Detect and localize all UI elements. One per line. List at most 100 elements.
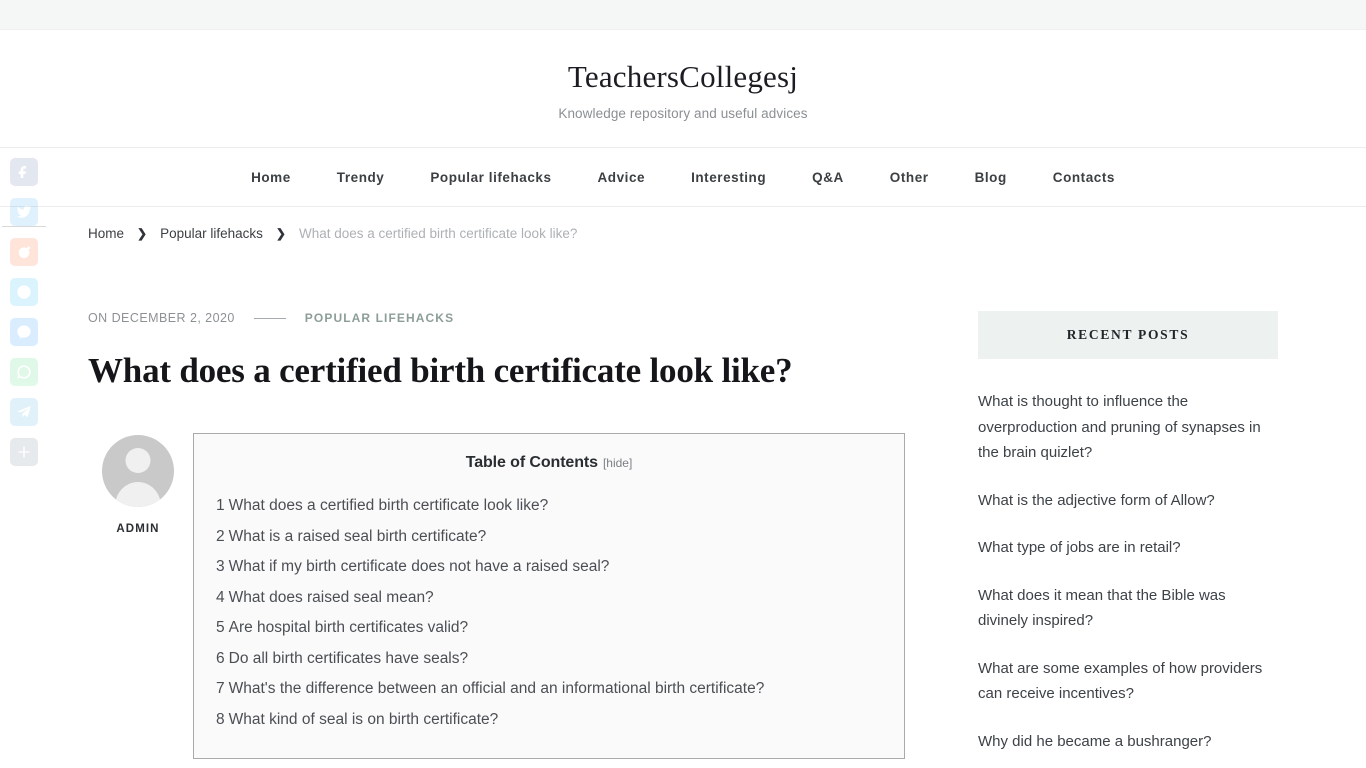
top-bar [0, 0, 1366, 30]
table-of-contents: Table of Contents [hide] 1 What does a cer… [193, 433, 905, 760]
toc-link-5[interactable]: 5 Are hospital birth certificates valid? [216, 619, 468, 636]
breadcrumb-item-home[interactable]: Home [88, 226, 124, 241]
sidebar: RECENT POSTS What is thought to influenc… [978, 311, 1278, 768]
site-tagline: Knowledge repository and useful advices [558, 106, 808, 122]
list-item[interactable]: What type of jobs are in retail? [978, 535, 1278, 561]
toc-number: 2 [216, 527, 225, 545]
toc-column: Table of Contents [hide] 1 What does a cer… [188, 433, 905, 760]
toc-list: 1 What does a certified birth certificate… [205, 494, 893, 732]
toc-label: What is a raised seal birth certificate? [228, 527, 487, 545]
page-container: ON DECEMBER 2, 2020 POPULAR LIFEHACKS Wh… [88, 241, 1278, 768]
toc-number: 1 [216, 497, 225, 515]
breadcrumb: Home ❯ Popular lifehacks ❯ What does a c… [88, 207, 1278, 241]
author-block: ADMIN [88, 433, 188, 535]
site-header: TeachersCollegesj Knowledge repository a… [0, 30, 1366, 148]
main-navigation: Home Trendy Popular lifehacks Advice Int… [0, 147, 1366, 208]
toc-label: What does raised seal mean? [228, 588, 434, 606]
list-item[interactable]: 4 What does raised seal mean? [216, 586, 893, 610]
recent-post-link-4[interactable]: What does it mean that the Bible was div… [978, 587, 1226, 630]
toc-number: 5 [216, 619, 225, 637]
avatar [102, 435, 174, 508]
list-item[interactable]: 7 What's the difference between an offici… [216, 677, 893, 701]
site-title: TeachersCollegesj [567, 59, 799, 94]
nav-item-other[interactable]: Other [867, 170, 952, 185]
toc-label: What kind of seal is on birth certificat… [228, 710, 499, 728]
post-category-link[interactable]: POPULAR LIFEHACKS [305, 311, 454, 325]
author-name[interactable]: ADMIN [88, 523, 188, 535]
nav-link-interesting[interactable]: Interesting [668, 170, 789, 185]
nav-item-contacts[interactable]: Contacts [1030, 170, 1138, 185]
meta-divider [253, 317, 286, 319]
toc-label: Are hospital birth certificates valid? [228, 619, 469, 637]
toc-label: What does a certified birth certificate … [228, 497, 549, 515]
facebook-share-icon[interactable] [10, 158, 38, 186]
toc-link-8[interactable]: 8 What kind of seal is on birth certifica… [216, 711, 498, 728]
list-item[interactable]: What is thought to influence the overpro… [978, 389, 1278, 466]
recent-posts-widget-header: RECENT POSTS [978, 311, 1278, 360]
nav-list: Home Trendy Popular lifehacks Advice Int… [228, 170, 1138, 185]
list-item[interactable]: 2 What is a raised seal birth certificate… [216, 525, 893, 549]
breadcrumb-item-current: What does a certified birth certificate … [298, 226, 578, 242]
list-item[interactable]: 5 Are hospital birth certificates valid? [216, 616, 893, 640]
post-content: ON DECEMBER 2, 2020 POPULAR LIFEHACKS Wh… [88, 311, 905, 760]
nav-link-trendy[interactable]: Trendy [314, 170, 408, 185]
toc-number: 6 [216, 649, 225, 667]
chevron-right-icon: ❯ [275, 226, 286, 241]
list-item[interactable]: What does it mean that the Bible was div… [978, 583, 1278, 634]
nav-link-popular-lifehacks[interactable]: Popular lifehacks [407, 170, 574, 185]
toc-hide-toggle[interactable]: [hide] [603, 456, 632, 470]
widget-title: RECENT POSTS [1066, 327, 1190, 343]
nav-link-other[interactable]: Other [867, 170, 952, 185]
recent-post-link-1[interactable]: What is thought to influence the overpro… [978, 393, 1261, 461]
recent-post-link-2[interactable]: What is the adjective form of Allow? [978, 492, 1215, 509]
list-item[interactable]: Why did he became a bushranger? [978, 729, 1278, 755]
toc-link-1[interactable]: 1 What does a certified birth certificate… [216, 497, 548, 514]
reddit-share-icon[interactable] [10, 238, 38, 266]
nav-item-home[interactable]: Home [228, 170, 314, 185]
nav-link-blog[interactable]: Blog [952, 170, 1030, 185]
list-item[interactable]: 3 What if my birth certificate does not h… [216, 555, 893, 579]
toc-number: 8 [216, 710, 225, 728]
toc-link-3[interactable]: 3 What if my birth certificate does not h… [216, 558, 609, 575]
nav-item-blog[interactable]: Blog [952, 170, 1030, 185]
toc-header: Table of Contents [hide] [205, 451, 893, 472]
skype-share-icon[interactable] [10, 278, 38, 306]
nav-item-interesting[interactable]: Interesting [668, 170, 789, 185]
more-share-icon[interactable] [10, 438, 38, 466]
toc-label: Do all birth certificates have seals? [228, 649, 469, 667]
recent-posts-list: What is thought to influence the overpro… [978, 389, 1278, 754]
list-item[interactable]: 6 Do all birth certificates have seals? [216, 647, 893, 671]
nav-link-qa[interactable]: Q&A [789, 170, 867, 185]
telegram-share-icon[interactable] [10, 398, 38, 426]
nav-link-home[interactable]: Home [228, 170, 314, 185]
nav-link-contacts[interactable]: Contacts [1030, 170, 1138, 185]
list-item[interactable]: What is the adjective form of Allow? [978, 488, 1278, 514]
toc-link-2[interactable]: 2 What is a raised seal birth certificate… [216, 528, 486, 545]
nav-item-popular-lifehacks[interactable]: Popular lifehacks [407, 170, 574, 185]
toc-label: What's the difference between an officia… [228, 680, 765, 698]
nav-item-trendy[interactable]: Trendy [314, 170, 408, 185]
list-item[interactable]: What are some examples of how providers … [978, 656, 1278, 707]
list-item[interactable]: 1 What does a certified birth certificate… [216, 494, 893, 518]
recent-post-link-3[interactable]: What type of jobs are in retail? [978, 539, 1181, 556]
toc-label: What if my birth certificate does not ha… [228, 558, 610, 576]
whatsapp-share-icon[interactable] [10, 358, 38, 386]
page-title: What does a certified birth certificate … [88, 351, 793, 391]
nav-item-qa[interactable]: Q&A [789, 170, 867, 185]
toc-link-7[interactable]: 7 What's the difference between an offici… [216, 680, 764, 697]
nav-link-advice[interactable]: Advice [575, 170, 669, 185]
toc-number: 3 [216, 558, 225, 576]
recent-post-link-6[interactable]: Why did he became a bushranger? [978, 733, 1211, 750]
list-item[interactable]: 8 What kind of seal is on birth certifica… [216, 708, 893, 732]
post-meta: ON DECEMBER 2, 2020 POPULAR LIFEHACKS [88, 311, 900, 325]
toc-number: 7 [216, 680, 225, 698]
nav-item-advice[interactable]: Advice [575, 170, 669, 185]
recent-post-link-5[interactable]: What are some examples of how providers … [978, 660, 1262, 703]
toc-number: 4 [216, 588, 225, 606]
messenger-share-icon[interactable] [10, 318, 38, 346]
twitter-share-icon[interactable] [10, 198, 38, 226]
breadcrumb-item-category[interactable]: Popular lifehacks [160, 226, 263, 241]
rail-divider [2, 226, 46, 227]
toc-link-4[interactable]: 4 What does raised seal mean? [216, 589, 434, 606]
toc-link-6[interactable]: 6 Do all birth certificates have seals? [216, 650, 468, 667]
